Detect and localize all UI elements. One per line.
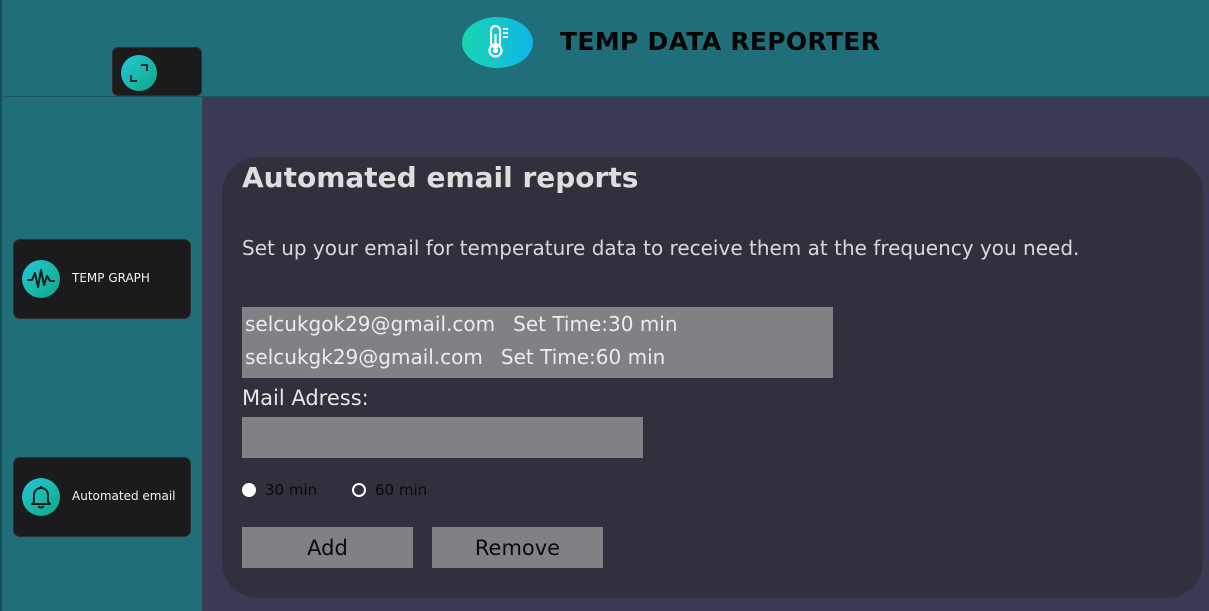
app-logo	[462, 17, 533, 68]
radio-label: 30 min	[265, 481, 318, 499]
radio-selected-indicator	[242, 483, 256, 497]
window-left-edge	[0, 0, 2, 611]
page-description: Set up your email for temperature data t…	[242, 236, 1080, 260]
radio-label: 60 min	[375, 481, 428, 499]
list-item-schedule: Set Time:60 min	[500, 345, 666, 369]
remove-button[interactable]: Remove	[432, 527, 603, 568]
thermometer-icon	[481, 23, 515, 63]
list-item[interactable]: selcukgk29@gmail.com Set Time:60 min	[245, 345, 665, 369]
email-list[interactable]: selcukgok29@gmail.com Set Time:30 min sel…	[242, 307, 833, 378]
waveform-icon	[22, 260, 60, 298]
app-title: TEMP DATA REPORTER	[560, 27, 881, 56]
list-item-email: selcukgok29@gmail.com	[245, 312, 496, 336]
sidebar-item-label: TEMP GRAPH	[72, 271, 150, 285]
sidebar-item-temp-graph[interactable]: TEMP GRAPH	[13, 239, 191, 319]
expand-icon	[121, 55, 157, 91]
list-item-schedule: Set Time:30 min	[513, 312, 678, 336]
sidebar-toggle-button[interactable]	[112, 47, 202, 96]
list-item-email: selcukgk29@gmail.com	[245, 345, 483, 369]
mail-address-input[interactable]	[242, 417, 643, 458]
mail-address-label: Mail Adress:	[242, 386, 369, 410]
radio-60-min[interactable]: 60 min	[352, 481, 427, 499]
sidebar-item-label: Automated email	[72, 489, 176, 503]
radio-unselected-indicator	[352, 483, 366, 497]
add-button[interactable]: Add	[242, 527, 413, 568]
sidebar-item-automated-email[interactable]: Automated email	[13, 457, 191, 537]
bell-icon	[22, 478, 60, 516]
page-title: Automated email reports	[242, 161, 639, 194]
radio-30-min[interactable]: 30 min	[242, 481, 317, 499]
list-item[interactable]: selcukgok29@gmail.com Set Time:30 min	[245, 312, 678, 336]
